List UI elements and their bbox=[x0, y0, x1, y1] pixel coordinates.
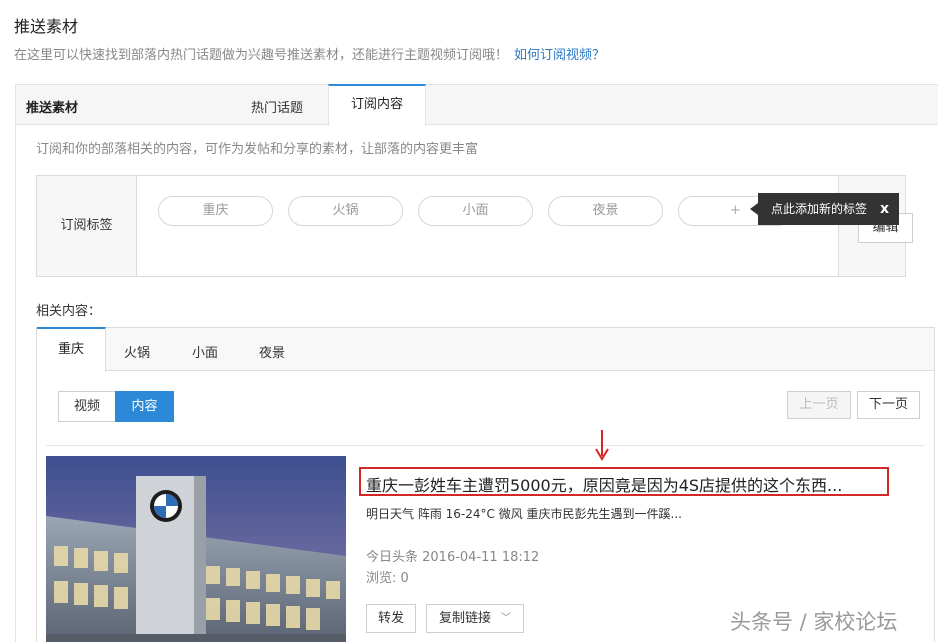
tag-chip[interactable]: 小面 bbox=[418, 196, 533, 226]
tab-subscriptions[interactable]: 订阅内容 bbox=[328, 84, 426, 126]
article-snippet: 明日天气 阵雨 16-24°C 微风 重庆市民彭先生遇到一件蹊... bbox=[366, 507, 682, 521]
next-page-button[interactable]: 下一页 bbox=[857, 391, 920, 419]
article-views: 浏览: 0 bbox=[366, 571, 409, 586]
related-tab[interactable]: 夜景 bbox=[259, 342, 285, 361]
forward-button[interactable]: 转发 bbox=[366, 604, 416, 633]
help-link[interactable]: 如何订阅视频？ bbox=[514, 48, 605, 63]
add-tag-tooltip: 点此添加新的标签 bbox=[758, 193, 899, 225]
tag-box bbox=[36, 175, 906, 277]
related-tab-bar bbox=[37, 328, 934, 371]
tags-label: 订阅标签 bbox=[37, 176, 137, 276]
red-arrow-icon bbox=[595, 430, 609, 461]
subscription-description: 订阅和你的部落相关的内容，可作为发帖和分享的素材，让部落的内容更丰富 bbox=[36, 142, 479, 157]
article-title[interactable]: 重庆一彭姓车主遭罚5000元，原因竟是因为4S店提供的这个东西... bbox=[366, 472, 842, 496]
related-tab[interactable]: 火锅 bbox=[124, 342, 150, 361]
related-content-label: 相关内容： bbox=[36, 304, 102, 319]
tab-hot-topics[interactable]: 热门话题 bbox=[251, 97, 303, 116]
article-thumbnail[interactable] bbox=[46, 456, 346, 642]
page-description-text: 在这里可以快速找到部落内热门话题做为兴趣号推送素材，还能进行主题视频订阅哦！ bbox=[14, 48, 509, 63]
tooltip-close-button[interactable]: x bbox=[880, 201, 889, 217]
copy-link-button[interactable]: 复制链接 ﹀ bbox=[426, 604, 524, 633]
prev-page-button[interactable]: 上一页 bbox=[787, 391, 851, 419]
watermark: 头条号 / 家校论坛 bbox=[730, 610, 898, 634]
related-tab[interactable]: 小面 bbox=[192, 342, 218, 361]
chevron-down-icon: ﹀ bbox=[501, 613, 511, 624]
article-source: 今日头条 2016-04-11 18:12 bbox=[366, 550, 540, 565]
tag-chip[interactable]: 夜景 bbox=[548, 196, 663, 226]
filter-video-button[interactable]: 视频 bbox=[58, 391, 116, 422]
filter-content-button[interactable]: 内容 bbox=[115, 391, 174, 422]
page-description: 在这里可以快速找到部落内热门话题做为兴趣号推送素材，还能进行主题视频订阅哦！ 如何… bbox=[14, 44, 605, 63]
tab-bar bbox=[16, 85, 938, 125]
tag-chip[interactable]: 重庆 bbox=[158, 196, 273, 226]
page-title: 推送素材 bbox=[14, 17, 79, 36]
related-tab-active[interactable]: 重庆 bbox=[37, 327, 106, 372]
tab-section-title: 推送素材 bbox=[26, 101, 79, 116]
divider bbox=[46, 445, 925, 446]
tooltip-arrow bbox=[750, 203, 758, 215]
copy-link-label: 复制链接 bbox=[439, 611, 492, 626]
tag-chip[interactable]: 火锅 bbox=[288, 196, 403, 226]
